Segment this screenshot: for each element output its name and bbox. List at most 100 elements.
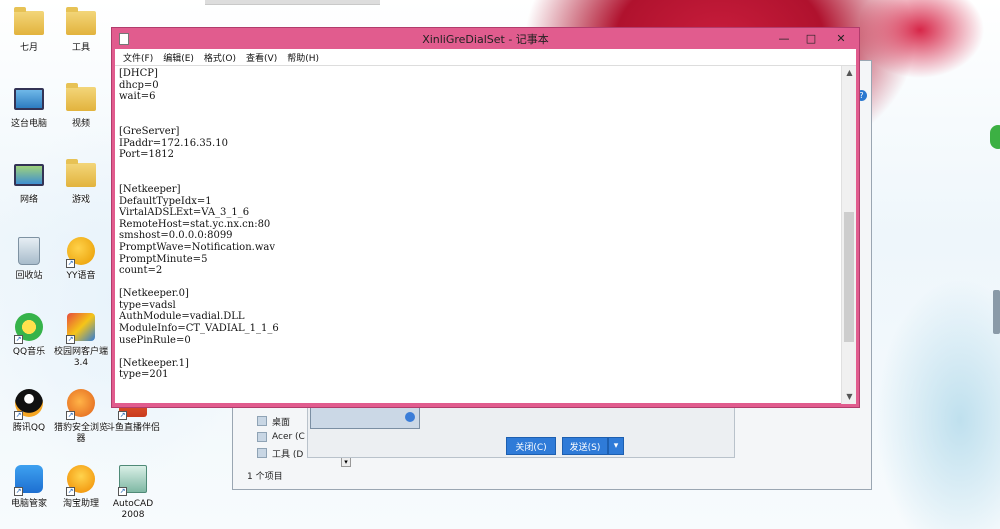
desktop-icon-campus-client[interactable]: ↗ 校园网客户端3.4 — [52, 310, 110, 369]
text-line: VirtalADSLExt=VA_3_1_6 — [119, 207, 250, 219]
desktop-icon-label: QQ音乐 — [12, 347, 46, 357]
menu-view[interactable]: 查看(V) — [242, 51, 283, 64]
text-line: wait=6 — [119, 91, 156, 103]
desktop-icon-label: 腾讯QQ — [12, 423, 46, 433]
folder-icon — [66, 159, 96, 187]
desktop-icon-yy[interactable]: ↗ YY语音 — [52, 234, 110, 282]
text-line: [DHCP] — [119, 68, 158, 79]
text-line: [Netkeeper.1] — [119, 357, 189, 369]
desktop-icon-label: 校园网客户端3.4 — [53, 347, 108, 368]
folder-icon — [66, 83, 96, 111]
notepad-window: XinliGreDialSet - 记事本 — □ ✕ 文件(F) 编辑(E) … — [111, 27, 860, 408]
window-title: XinliGreDialSet - 记事本 — [422, 32, 549, 46]
desktop-icon-label: 视频 — [71, 119, 90, 129]
floating-widget-icon[interactable] — [990, 125, 1000, 149]
desktop-icon-pc-manager[interactable]: ↗ 电脑管家 — [0, 462, 58, 510]
desktop-icon-games[interactable]: 游戏 — [52, 158, 110, 206]
desktop-icon-network[interactable]: 网络 — [0, 158, 58, 206]
desktop-icon-qqmusic[interactable]: ↗ QQ音乐 — [0, 310, 58, 358]
text-line: usePinRule=0 — [119, 334, 191, 346]
dialog-close-button[interactable]: 关闭(C) — [506, 437, 556, 455]
desktop-icon-label: 网络 — [19, 195, 38, 205]
menu-edit[interactable]: 编辑(E) — [159, 51, 200, 64]
menu-bar: 文件(F) 编辑(E) 格式(O) 查看(V) 帮助(H) — [115, 49, 856, 65]
editor-content[interactable]: [DHCP] dhcp=0 wait=6 [GreServer] IPaddr=172.… — [119, 68, 837, 402]
menu-help[interactable]: 帮助(H) — [283, 51, 325, 64]
text-line: ModuleInfo=CT_VADIAL_1_1_6 — [119, 323, 279, 335]
desktop-icon-video[interactable]: 视频 — [52, 82, 110, 130]
shortcut-arrow-icon: ↗ — [14, 487, 23, 496]
shortcut-arrow-icon: ↗ — [14, 335, 23, 344]
desktop-icon-liebao-browser[interactable]: ↗ 猎豹安全浏览器 — [52, 386, 110, 445]
menu-file[interactable]: 文件(F) — [119, 51, 159, 64]
dialog-send-button[interactable]: 发送(S) — [562, 437, 608, 455]
desktop-icon-taobao-assistant[interactable]: ↗ 淘宝助理 — [52, 462, 110, 510]
maximize-button[interactable]: □ — [798, 29, 824, 47]
desktop-icon-label: 回收站 — [15, 271, 43, 281]
text-line: [Netkeeper] — [119, 183, 181, 195]
text-line: type=201 — [119, 369, 169, 381]
desktop-icon-label: 工具 — [71, 43, 90, 53]
text-editor[interactable]: [DHCP] dhcp=0 wait=6 [GreServer] IPaddr=172.… — [115, 65, 856, 404]
text-line: smshost=0.0.0.0:8099 — [119, 230, 233, 242]
vertical-scrollbar[interactable]: ▲ ▼ — [841, 66, 856, 404]
desktop-icon-tools[interactable]: 工具 — [52, 6, 110, 54]
shortcut-arrow-icon: ↗ — [14, 411, 23, 420]
desktop-icon-autocad[interactable]: ↗ AutoCAD 2008 — [104, 462, 162, 521]
minimize-button[interactable]: — — [771, 29, 797, 47]
text-line: [Netkeeper.0] — [119, 288, 189, 300]
text-line: IPaddr=172.16.35.10 — [119, 137, 228, 149]
text-line: PromptWave=Notification.wav — [119, 241, 275, 253]
text-line — [119, 277, 837, 289]
desktop-icon-label: YY语音 — [66, 271, 96, 281]
text-line: Port=1812 — [119, 149, 174, 161]
chevron-down-icon[interactable]: ▾ — [341, 457, 351, 467]
folder-icon — [14, 7, 44, 35]
scroll-down-icon[interactable]: ▼ — [842, 390, 857, 404]
wallpaper-flower — [860, 0, 1000, 110]
text-line: RemoteHost=stat.yc.nx.cn:80 — [119, 218, 271, 230]
desktop-icon-qiyue[interactable]: 七月 — [0, 6, 58, 54]
shortcut-arrow-icon: ↗ — [66, 335, 75, 344]
drive-icon — [257, 432, 267, 442]
text-line: dhcp=0 — [119, 79, 159, 91]
background-window-edge — [205, 0, 380, 5]
folder-icon — [66, 7, 96, 35]
shortcut-arrow-icon: ↗ — [118, 487, 127, 496]
desktop-icon-label: 猎豹安全浏览器 — [53, 423, 108, 444]
close-button[interactable]: ✕ — [825, 29, 857, 47]
nav-item-label: 桌面 — [272, 417, 291, 428]
desktop-icon-label: 这台电脑 — [10, 119, 47, 129]
desktop-icon-recycle-bin[interactable]: 回收站 — [0, 234, 58, 282]
text-line: DefaultTypeIdx=1 — [119, 195, 212, 207]
desktop-icon-label: AutoCAD 2008 — [112, 499, 154, 520]
computer-icon — [14, 88, 44, 110]
desktop-icon-label: 淘宝助理 — [62, 499, 99, 509]
item-count-status: 1 个项目 — [247, 472, 283, 482]
shortcut-arrow-icon: ↗ — [66, 487, 75, 496]
desktop-icon-label: 游戏 — [71, 195, 90, 205]
scroll-up-icon[interactable]: ▲ — [842, 66, 857, 80]
desktop-icon-label: 七月 — [19, 43, 38, 53]
shortcut-arrow-icon: ↗ — [66, 411, 75, 420]
nav-item-label: 工具 (D — [272, 449, 304, 460]
side-handle[interactable] — [993, 290, 1000, 334]
text-line: count=2 — [119, 265, 163, 277]
send-options-dropdown[interactable]: ▾ — [608, 437, 624, 455]
screenshot-thumbnail[interactable] — [310, 407, 420, 429]
text-line — [119, 346, 837, 358]
desktop-icon-this-pc[interactable]: 这台电脑 — [0, 82, 58, 130]
text-line — [119, 161, 837, 173]
shortcut-arrow-icon: ↗ — [66, 259, 75, 268]
menu-format[interactable]: 格式(O) — [200, 51, 242, 64]
text-line — [119, 172, 837, 184]
desktop-icon-label: 电脑管家 — [10, 499, 47, 509]
chat-dialog: 关闭(C) 发送(S) ▾ — [307, 404, 735, 458]
text-line: PromptMinute=5 — [119, 253, 208, 265]
network-icon — [14, 164, 44, 186]
desktop-icon-qq[interactable]: ↗ 腾讯QQ — [0, 386, 58, 434]
recycle-bin-icon — [18, 237, 40, 265]
text-line: type=vadsl — [119, 299, 176, 311]
desktop-icon-label: 斗鱼直播伴侣 — [105, 423, 160, 433]
scrollbar-thumb[interactable] — [844, 212, 854, 342]
